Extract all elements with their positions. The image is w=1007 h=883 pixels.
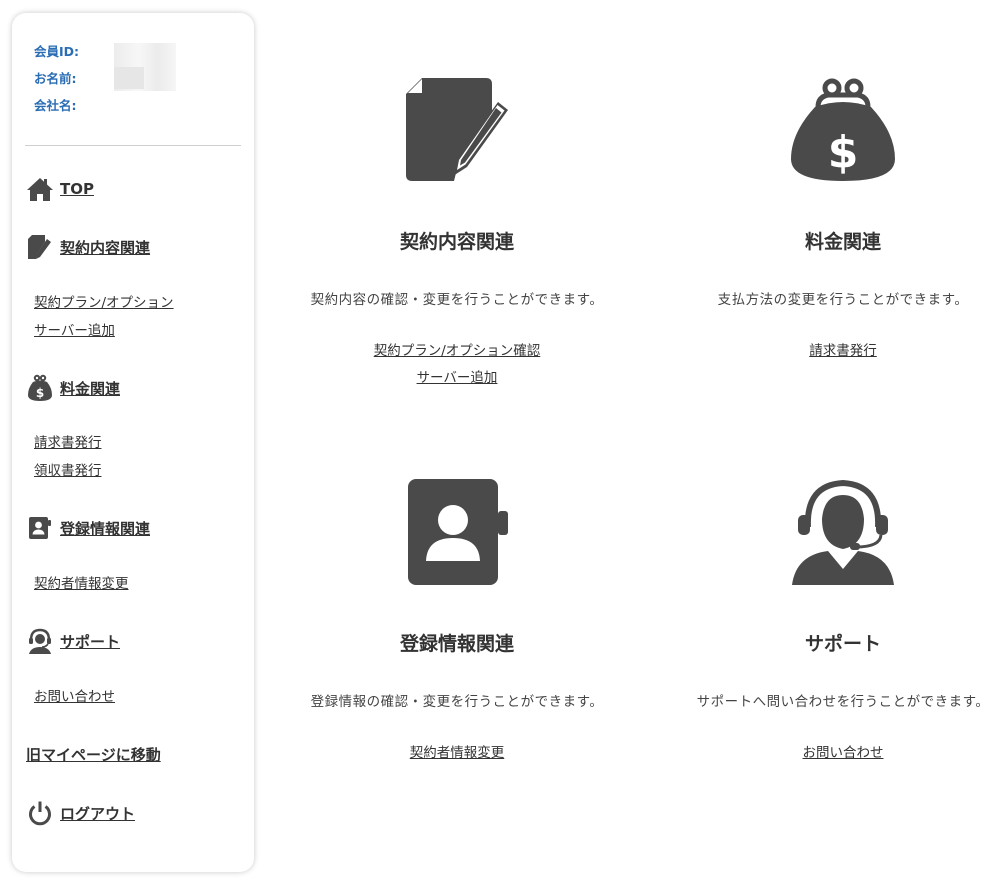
sidebar-link-logout[interactable]: ログアウト [60,803,135,824]
card-billing-title: 料金関連 [804,231,881,253]
card-registration-desc: 登録情報の確認・変更を行うことができます。 [310,694,604,710]
card-link-contractor-info[interactable]: 契約者情報変更 [292,740,622,767]
card-support: サポート サポートへ問い合わせを行うことができます。 お問い合わせ [678,477,1007,767]
card-support-title: サポート [804,633,881,655]
contact-book-icon [408,479,508,585]
card-support-links: お問い合わせ [678,740,1007,767]
sidebar-item-contract[interactable]: 契約内容関連 [26,233,150,261]
sidebar-link-contract[interactable]: 契約内容関連 [60,237,150,258]
card-billing-desc: 支払方法の変更を行うことができます。 [717,292,969,308]
member-info: 会員ID: お名前: 会社名: [34,43,176,124]
sidebar-link-old-mypage[interactable]: 旧マイページに移動 [26,744,161,765]
sidebar-link-contract-plan[interactable]: 契約プラン/オプション [34,289,174,317]
card-contract-desc: 契約内容の確認・変更を行うことができます。 [310,292,604,308]
sidebar-sub-billing: 請求書発行 領収書発行 [34,429,102,485]
card-link-invoice[interactable]: 請求書発行 [678,338,1007,365]
card-billing-links: 請求書発行 [678,338,1007,365]
card-billing: $ 料金関連 支払方法の変更を行うことができます。 請求書発行 [678,75,1007,365]
card-registration-title: 登録情報関連 [399,633,514,655]
sidebar-link-support[interactable]: サポート [60,631,120,652]
sidebar-link-contact[interactable]: お問い合わせ [34,683,115,711]
card-contract: 契約内容関連 契約内容の確認・変更を行うことができます。 契約プラン/オプション… [292,75,622,392]
purse-dollar-icon: $ [26,374,54,402]
member-id-label: 会員ID: [34,44,80,59]
sidebar-link-contractor-info[interactable]: 契約者情報変更 [34,570,129,598]
member-name-label: お名前: [34,71,77,86]
card-link-server-add[interactable]: サーバー追加 [292,365,622,392]
sidebar-item-support[interactable]: サポート [26,627,120,655]
sidebar-sub-registration: 契約者情報変更 [34,570,129,598]
sidebar-item-registration[interactable]: 登録情報関連 [26,514,150,542]
member-company-label: 会社名: [34,98,77,113]
sidebar-link-invoice[interactable]: 請求書発行 [34,429,102,457]
sidebar: 会員ID: お名前: 会社名: TOP 契約内容関連 契約プラン/オプション サ… [12,13,254,872]
card-support-desc: サポートへ問い合わせを行うことができます。 [696,694,990,710]
operator-headset-icon [26,627,54,655]
contact-book-icon [26,514,54,542]
sidebar-sub-contract: 契約プラン/オプション サーバー追加 [34,289,174,345]
operator-headset-icon [792,479,894,585]
sidebar-link-top[interactable]: TOP [60,180,94,198]
sidebar-link-billing[interactable]: 料金関連 [60,378,120,399]
sidebar-link-registration[interactable]: 登録情報関連 [60,518,150,539]
redacted-member-values-2 [114,67,144,89]
card-link-contract-plan[interactable]: 契約プラン/オプション確認 [292,338,622,365]
sidebar-link-server-add[interactable]: サーバー追加 [34,317,174,345]
power-icon [26,799,54,827]
card-contract-title: 契約内容関連 [399,231,514,253]
sidebar-item-billing[interactable]: $ 料金関連 [26,374,120,402]
home-icon [26,175,54,203]
svg-text:$: $ [36,386,44,400]
purse-dollar-icon: $ [791,78,895,181]
sidebar-link-receipt[interactable]: 領収書発行 [34,457,102,485]
sidebar-sub-support: お問い合わせ [34,683,115,711]
card-registration-links: 契約者情報変更 [292,740,622,767]
card-link-contact[interactable]: お問い合わせ [678,740,1007,767]
svg-text:$: $ [828,127,859,178]
card-registration: 登録情報関連 登録情報の確認・変更を行うことができます。 契約者情報変更 [292,477,622,767]
sidebar-item-top[interactable]: TOP [26,175,94,203]
sidebar-item-logout[interactable]: ログアウト [26,799,135,827]
document-pencil-icon [406,78,508,181]
sidebar-divider [25,145,241,146]
card-contract-links: 契約プラン/オプション確認 サーバー追加 [292,338,622,392]
document-pencil-icon [26,233,54,261]
